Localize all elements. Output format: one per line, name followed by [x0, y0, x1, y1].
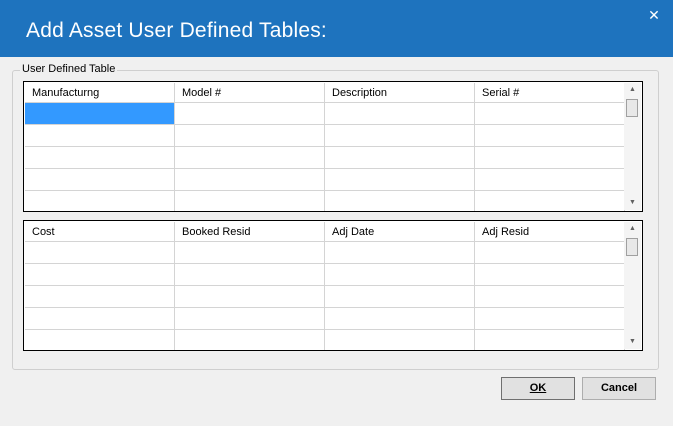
asset-details-grid[interactable]: Manufacturng Model # Description Serial … — [23, 81, 643, 212]
scroll-up-icon[interactable]: ▲ — [624, 222, 641, 236]
grid-cell[interactable] — [325, 308, 475, 330]
ok-button-label: OK — [529, 382, 547, 394]
window-title: Add Asset User Defined Tables: — [26, 19, 327, 42]
grid-cell[interactable] — [325, 169, 475, 191]
grid-cell[interactable] — [475, 103, 625, 125]
grid-cell[interactable] — [25, 242, 175, 264]
table-row — [25, 264, 625, 286]
grid-cell[interactable] — [475, 147, 625, 169]
grid-cell[interactable] — [475, 125, 625, 147]
grid-cell[interactable] — [325, 330, 475, 350]
table-row — [25, 125, 625, 147]
close-icon[interactable]: ✕ — [640, 4, 668, 26]
grid-cell[interactable] — [325, 286, 475, 308]
grid-cell[interactable] — [325, 103, 475, 125]
grid-cell[interactable] — [475, 264, 625, 286]
grid-cell[interactable] — [175, 147, 325, 169]
grid-cell[interactable] — [25, 264, 175, 286]
column-header-manufacturing[interactable]: Manufacturng — [25, 83, 175, 102]
vertical-scrollbar[interactable]: ▲ ▼ — [624, 83, 641, 210]
scroll-thumb[interactable] — [626, 99, 638, 117]
grid-cell[interactable] — [175, 125, 325, 147]
grid-header-row: Manufacturng Model # Description Serial … — [25, 83, 625, 103]
grid-cell[interactable] — [175, 103, 325, 125]
table-row — [25, 191, 625, 211]
grid-cell[interactable] — [475, 308, 625, 330]
scroll-down-icon[interactable]: ▼ — [624, 196, 641, 210]
scroll-up-icon[interactable]: ▲ — [624, 83, 641, 97]
grid-cell[interactable] — [475, 242, 625, 264]
grid-cell[interactable] — [325, 242, 475, 264]
grid-cell[interactable] — [175, 264, 325, 286]
grid-cell[interactable] — [25, 308, 175, 330]
table-row — [25, 103, 625, 125]
grid-cell[interactable] — [475, 330, 625, 350]
grid-cell[interactable] — [475, 191, 625, 211]
table-row — [25, 330, 625, 350]
column-header-booked-resid[interactable]: Booked Resid — [175, 222, 325, 241]
grid-cell[interactable] — [175, 286, 325, 308]
grid-cell[interactable] — [175, 330, 325, 350]
grid-cell[interactable] — [175, 169, 325, 191]
grid-cell[interactable] — [25, 147, 175, 169]
column-header-serial[interactable]: Serial # — [475, 83, 625, 102]
grid-cell[interactable] — [325, 125, 475, 147]
title-bar: Add Asset User Defined Tables: ✕ — [0, 0, 673, 57]
grid-cell[interactable] — [175, 191, 325, 211]
cancel-button[interactable]: Cancel — [582, 377, 656, 400]
scroll-thumb[interactable] — [626, 238, 638, 256]
column-header-cost[interactable]: Cost — [25, 222, 175, 241]
column-header-model[interactable]: Model # — [175, 83, 325, 102]
grid-cell[interactable] — [325, 264, 475, 286]
grid-cell[interactable] — [25, 286, 175, 308]
grid-cell[interactable] — [175, 308, 325, 330]
grid-cell[interactable] — [25, 169, 175, 191]
grid-cell-selected[interactable] — [25, 103, 175, 125]
column-header-adj-date[interactable]: Adj Date — [325, 222, 475, 241]
grid-cell[interactable] — [25, 191, 175, 211]
column-header-description[interactable]: Description — [325, 83, 475, 102]
table-row — [25, 169, 625, 191]
grid-header-row: Cost Booked Resid Adj Date Adj Resid — [25, 222, 625, 242]
grid-cell[interactable] — [175, 242, 325, 264]
table-row — [25, 242, 625, 264]
table-row — [25, 286, 625, 308]
table-row — [25, 308, 625, 330]
grid-cell[interactable] — [325, 147, 475, 169]
grid-cell[interactable] — [325, 191, 475, 211]
grid-cell[interactable] — [475, 286, 625, 308]
group-label: User Defined Table — [20, 63, 118, 75]
grid-cell[interactable] — [475, 169, 625, 191]
column-header-adj-resid[interactable]: Adj Resid — [475, 222, 625, 241]
scroll-down-icon[interactable]: ▼ — [624, 335, 641, 349]
asset-values-grid[interactable]: Cost Booked Resid Adj Date Adj Resid ▲ ▼ — [23, 220, 643, 351]
grid-cell[interactable] — [25, 330, 175, 350]
table-row — [25, 147, 625, 169]
ok-button[interactable]: OK — [501, 377, 575, 400]
vertical-scrollbar[interactable]: ▲ ▼ — [624, 222, 641, 349]
grid-cell[interactable] — [25, 125, 175, 147]
